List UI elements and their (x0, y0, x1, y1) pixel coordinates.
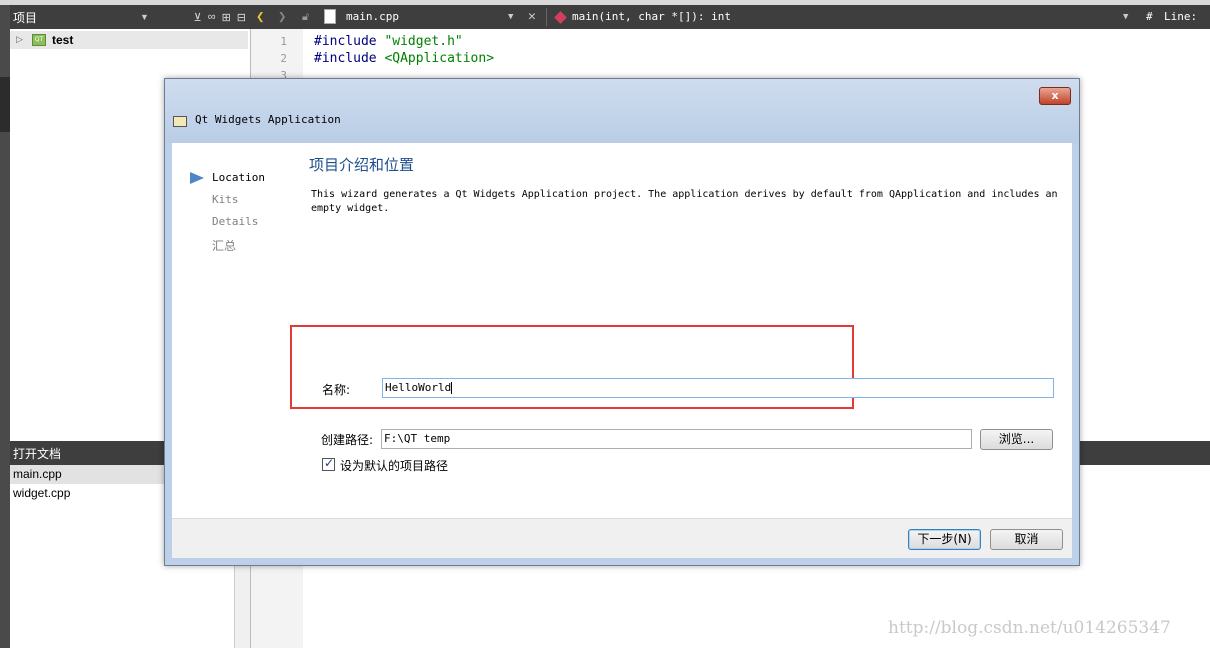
function-selector[interactable]: main(int, char *[]): int (572, 5, 731, 29)
path-input[interactable]: F:\QT temp (381, 429, 972, 449)
line-number: 1 (280, 35, 287, 48)
split-icon[interactable]: ⊞ (222, 11, 231, 24)
function-dropdown-icon[interactable]: ▼ (1123, 5, 1128, 29)
tree-item-test[interactable]: ▷ QT test (10, 31, 248, 49)
blog-watermark: http://blog.csdn.net/u014265347 (888, 618, 1171, 638)
step-summary: 汇总 (212, 239, 237, 253)
default-path-label: 设为默认的项目路径 (340, 459, 449, 473)
close-panel-icon[interactable]: ⊟ (237, 11, 246, 24)
output-pane-header (1080, 441, 1210, 465)
cancel-button[interactable]: 取消 (990, 529, 1063, 550)
qt-creator-window: 项目 ▼ ⊻ ∞ ⊞ ⊟ ▷ QT test 打开文档 main.cpp wid… (0, 0, 1210, 648)
qt-widgets-application-dialog: Qt Widgets Application x Location Kits D… (164, 78, 1080, 566)
code-keyword: #include (314, 51, 377, 66)
path-label: 创建路径: (321, 433, 374, 447)
filter-icon[interactable]: ⊻ (194, 11, 202, 24)
page-description: This wizard generates a Qt Widgets Appli… (311, 189, 1058, 214)
code-string: "widget.h" (384, 34, 463, 49)
next-button[interactable]: 下一步(N) (908, 529, 981, 550)
dialog-title: Qt Widgets Application (195, 113, 341, 126)
projects-view-dropdown-icon[interactable]: ▼ (140, 5, 149, 29)
back-arrow-icon[interactable]: ❮ (256, 5, 264, 29)
expand-arrow-icon[interactable]: ▷ (16, 35, 28, 45)
name-input-value: HelloWorld (385, 381, 452, 394)
text-caret (451, 382, 453, 394)
current-step-arrow-icon (190, 172, 204, 184)
lock-icon: 🔓︎ (302, 10, 310, 23)
editor-toolbar: ❮ ❯ 🔓︎ main.cpp ▼ ✕ main(int, char *[]):… (250, 5, 1210, 47)
toolbar-separator (546, 8, 547, 26)
browse-button[interactable]: 浏览... (980, 429, 1053, 450)
default-path-checkbox[interactable] (322, 456, 335, 471)
open-documents-label: 打开文档 (13, 446, 62, 461)
step-details: Details (212, 215, 259, 228)
file-icon (324, 9, 336, 24)
forward-arrow-icon[interactable]: ❯ (278, 5, 286, 29)
project-icon: QT (32, 34, 46, 46)
step-location: Location (212, 171, 265, 184)
name-input[interactable]: HelloWorld (382, 378, 1054, 398)
name-label: 名称: (322, 383, 351, 397)
function-icon (554, 11, 567, 24)
code-line: #include "widget.h" (314, 33, 463, 50)
close-document-icon[interactable]: ✕ (528, 5, 536, 29)
page-title: 项目介绍和位置 (309, 156, 415, 174)
file-dropdown-icon[interactable]: ▼ (508, 5, 513, 29)
code-line: #include <QApplication> (314, 50, 494, 67)
projects-panel-header: 项目 ▼ ⊻ ∞ ⊞ ⊟ (10, 5, 250, 29)
hash-indicator: # (1146, 10, 1153, 23)
line-number: 2 (280, 52, 287, 65)
close-icon[interactable]: x (1039, 87, 1071, 105)
mode-selector-bar (0, 5, 10, 648)
step-kits: Kits (212, 193, 239, 206)
line-indicator[interactable]: Line: 12 (1164, 5, 1210, 47)
dialog-footer: 下一步(N) 取消 (172, 518, 1072, 558)
dialog-body: Location Kits Details 汇总 项目介绍和位置 This wi… (172, 143, 1072, 518)
link-icon[interactable]: ∞ (208, 11, 216, 23)
code-string: <QApplication> (384, 51, 495, 66)
tree-item-label: test (52, 33, 74, 47)
active-mode-indicator[interactable] (0, 77, 10, 132)
current-file-name[interactable]: main.cpp (346, 5, 399, 29)
dialog-titlebar[interactable]: Qt Widgets Application x (165, 79, 1079, 143)
projects-header-label: 项目 (13, 10, 38, 25)
app-window-icon (173, 116, 187, 127)
code-keyword: #include (314, 34, 377, 49)
